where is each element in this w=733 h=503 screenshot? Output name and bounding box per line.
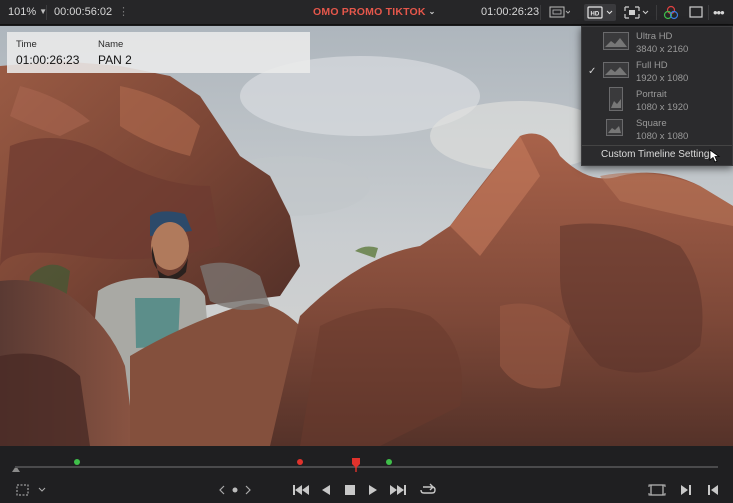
next-clip-icon bbox=[681, 485, 691, 495]
transform-icon bbox=[624, 6, 649, 19]
resolution-menu: Ultra HD 3840 x 2160 ✓ Full HD 1920 x 10… bbox=[581, 26, 733, 166]
time-value: 01:00:26:23 bbox=[16, 53, 80, 67]
toolbar-divider bbox=[46, 5, 47, 20]
menu-item-full-hd[interactable]: ✓ Full HD 1920 x 1080 bbox=[582, 57, 732, 86]
green-marker[interactable] bbox=[386, 459, 392, 465]
menu-item-ultra-hd[interactable]: Ultra HD 3840 x 2160 bbox=[582, 28, 732, 57]
menu-item-resolution: 1080 x 1080 bbox=[636, 131, 689, 142]
match-frame-icon bbox=[648, 484, 666, 496]
toolbar-divider bbox=[708, 5, 709, 20]
match-frame-button[interactable] bbox=[648, 482, 666, 498]
menu-item-name: Portrait bbox=[636, 89, 667, 100]
zoom-value: 101% bbox=[8, 6, 37, 18]
square-thumbnail-icon bbox=[606, 119, 623, 136]
safe-area-icon bbox=[549, 6, 570, 18]
loop-icon bbox=[420, 483, 436, 494]
menu-item-name: Full HD bbox=[636, 60, 668, 71]
menu-divider bbox=[582, 145, 732, 146]
zoom-dropdown[interactable]: 101% ▼ bbox=[8, 0, 47, 25]
color-button[interactable] bbox=[662, 4, 680, 21]
skip-back-icon bbox=[293, 485, 309, 495]
transform-button[interactable] bbox=[622, 4, 652, 21]
playhead-icon[interactable] bbox=[351, 458, 361, 472]
stop-button[interactable] bbox=[344, 482, 356, 498]
menu-item-name: Ultra HD bbox=[636, 31, 673, 42]
previous-clip-icon bbox=[708, 485, 718, 495]
resolution-button[interactable]: HD bbox=[584, 4, 616, 21]
time-column: Time 01:00:26:23 bbox=[16, 39, 79, 67]
timeline-selector[interactable]: OMO PROMO TIKTOK ⌄ bbox=[313, 0, 436, 25]
svg-text:HD: HD bbox=[591, 12, 600, 18]
green-marker[interactable] bbox=[74, 459, 80, 465]
safe-area-button[interactable] bbox=[548, 4, 570, 21]
jog-wheel-icon bbox=[219, 485, 251, 495]
name-value: PAN 2 bbox=[98, 53, 132, 67]
play-reverse-icon bbox=[322, 485, 330, 495]
menu-item-resolution: 1920 x 1080 bbox=[636, 73, 689, 84]
play-button[interactable] bbox=[367, 482, 379, 498]
red-marker[interactable] bbox=[297, 459, 303, 465]
menu-item-square[interactable]: Square 1080 x 1080 bbox=[582, 115, 732, 144]
mouse-pointer-icon bbox=[709, 149, 721, 163]
timeline-name: OMO PROMO TIKTOK bbox=[313, 6, 426, 18]
record-timecode[interactable]: 01:00:26:23 bbox=[481, 0, 539, 25]
previous-clip-button[interactable] bbox=[706, 482, 720, 498]
play-reverse-button[interactable] bbox=[320, 482, 332, 498]
portrait-thumbnail-icon bbox=[609, 87, 623, 111]
go-to-start-button[interactable] bbox=[292, 482, 310, 498]
name-column: Name PAN 2 bbox=[98, 39, 132, 67]
skip-forward-icon bbox=[390, 485, 406, 495]
jog-control[interactable] bbox=[218, 482, 254, 498]
viewer-mode-button[interactable] bbox=[15, 482, 49, 498]
chevron-down-icon: ⌄ bbox=[428, 7, 436, 16]
toolbar-divider bbox=[656, 5, 657, 20]
fullscreen-button[interactable] bbox=[688, 4, 704, 21]
menu-item-resolution: 3840 x 2160 bbox=[636, 44, 689, 55]
go-to-end-button[interactable] bbox=[389, 482, 407, 498]
clip-info-overlay: Time 01:00:26:23 Name PAN 2 bbox=[7, 32, 310, 73]
scrubber-track[interactable] bbox=[15, 466, 718, 468]
source-timecode[interactable]: 00:00:56:02 bbox=[54, 0, 112, 25]
options-icon[interactable]: ••• bbox=[713, 0, 725, 25]
menu-item-name: Square bbox=[636, 118, 667, 129]
stop-icon bbox=[345, 485, 355, 495]
more-icon[interactable]: ⋮ bbox=[118, 0, 129, 25]
custom-timeline-settings-item[interactable]: Custom Timeline Settings bbox=[601, 149, 714, 160]
transport-bar bbox=[0, 446, 733, 503]
play-icon bbox=[369, 485, 377, 495]
time-label: Time bbox=[16, 39, 37, 50]
color-wheel-icon bbox=[663, 5, 679, 20]
landscape-thumbnail-icon bbox=[603, 62, 629, 78]
menu-item-portrait[interactable]: Portrait 1080 x 1920 bbox=[582, 86, 732, 115]
crop-frame-icon bbox=[16, 484, 46, 496]
loop-button[interactable] bbox=[419, 482, 437, 498]
toolbar-divider bbox=[540, 5, 541, 20]
viewer-toolbar: 101% ▼ 00:00:56:02 ⋮ OMO PROMO TIKTOK ⌄ 01… bbox=[0, 0, 733, 25]
menu-item-resolution: 1080 x 1920 bbox=[636, 102, 689, 113]
resolution-icon: HD bbox=[587, 6, 613, 19]
name-label: Name bbox=[98, 39, 124, 50]
checkmark-icon: ✓ bbox=[588, 66, 597, 77]
landscape-thumbnail-icon bbox=[603, 32, 629, 50]
viewer-frame-icon bbox=[689, 6, 703, 18]
next-clip-button[interactable] bbox=[679, 482, 693, 498]
